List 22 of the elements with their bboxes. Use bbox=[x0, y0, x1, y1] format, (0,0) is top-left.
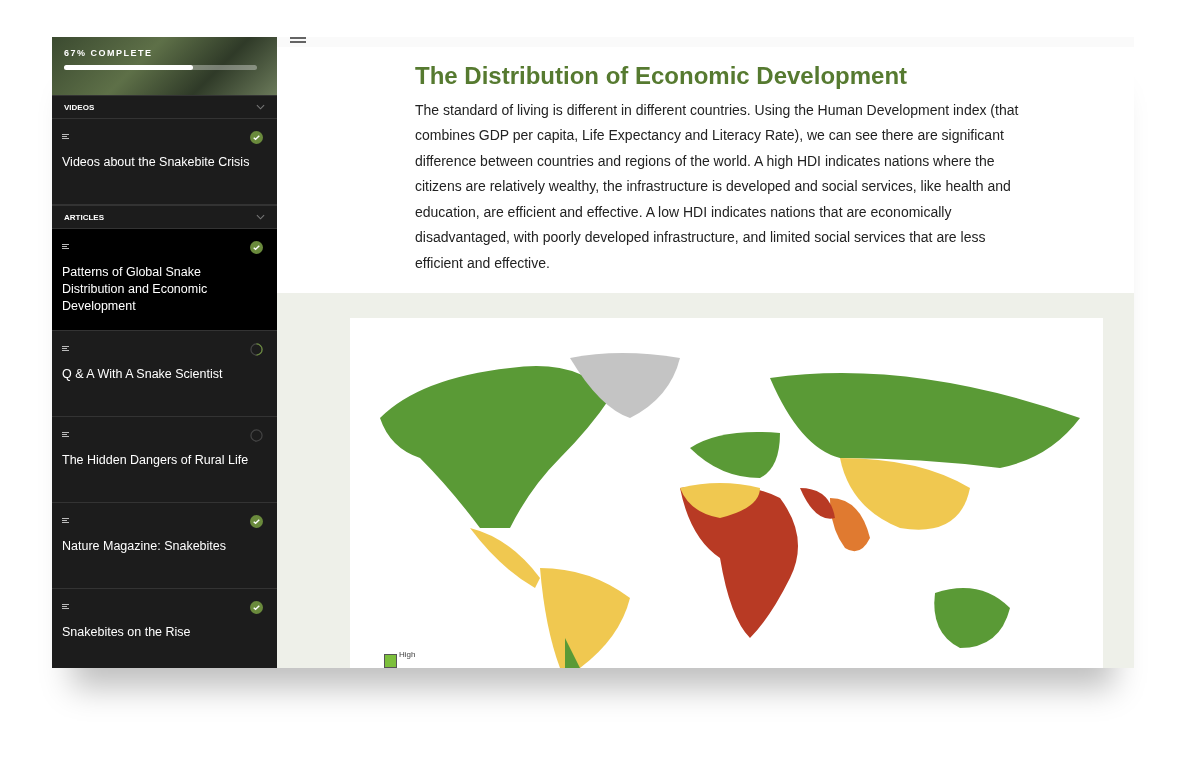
section-title: ARTICLES bbox=[64, 212, 104, 222]
article-title: The Distribution of Economic Development bbox=[415, 61, 909, 90]
lesson-title: Nature Magazine: Snakebites bbox=[62, 538, 227, 555]
legend-label: High bbox=[399, 650, 416, 659]
lesson-title: Videos about the Snakebite Crisis bbox=[62, 154, 251, 171]
article-paragraph: The standard of living is different in different countries. Using the Human Development index (that combines GDP per capita, Life Expectancy and Literacy Rate), we can see there are significant difference between countries and regions of the world. A high HDI indicates nations where the citizens are relatively wealthy, the infrastructure is developed and social services, like health and education, are efficient and effective. A low HDI indicates nations that are economically disadvantaged, with poorly developed infrastructure, and limited social services that are less efficient and effective. bbox=[415, 100, 1020, 273]
progress-label: 67% COMPLETE bbox=[64, 48, 154, 58]
lesson-title: Snakebites on the Rise bbox=[62, 624, 192, 641]
section-title: VIDEOS bbox=[64, 102, 95, 112]
section-header[interactable]: VIDEOS bbox=[52, 95, 277, 119]
lesson-title: Patterns of Global Snake Distribution and Economic Development bbox=[62, 264, 209, 315]
lesson-title: The Hidden Dangers of Rural Life bbox=[62, 452, 250, 469]
text-lines-icon bbox=[62, 346, 70, 352]
lesson-item[interactable]: Patterns of Global Snake Distribution and Economic Development bbox=[52, 229, 277, 331]
section-header[interactable]: ARTICLES bbox=[52, 205, 277, 229]
text-lines-icon bbox=[62, 432, 70, 438]
menu-icon[interactable] bbox=[290, 37, 306, 43]
text-lines-icon bbox=[62, 244, 70, 250]
text-lines-icon bbox=[62, 134, 70, 140]
lesson-title: Q & A With A Snake Scientist bbox=[62, 366, 224, 383]
text-lines-icon bbox=[62, 604, 70, 610]
text-lines-icon bbox=[62, 518, 70, 524]
